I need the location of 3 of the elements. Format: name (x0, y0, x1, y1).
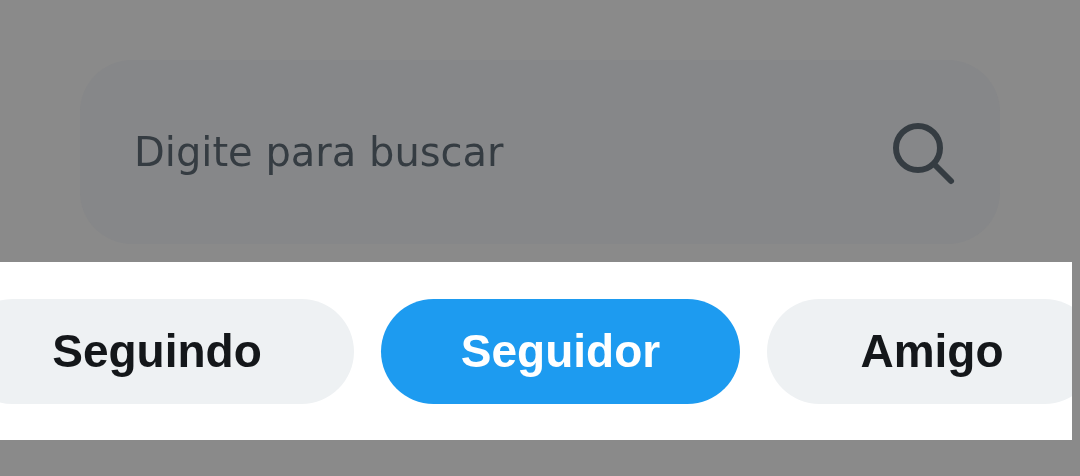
search-field[interactable]: Digite para buscar (80, 60, 1000, 244)
filter-tab[interactable]: Amigo (767, 298, 1072, 404)
filter-tab[interactable]: Seguindo (0, 298, 354, 404)
